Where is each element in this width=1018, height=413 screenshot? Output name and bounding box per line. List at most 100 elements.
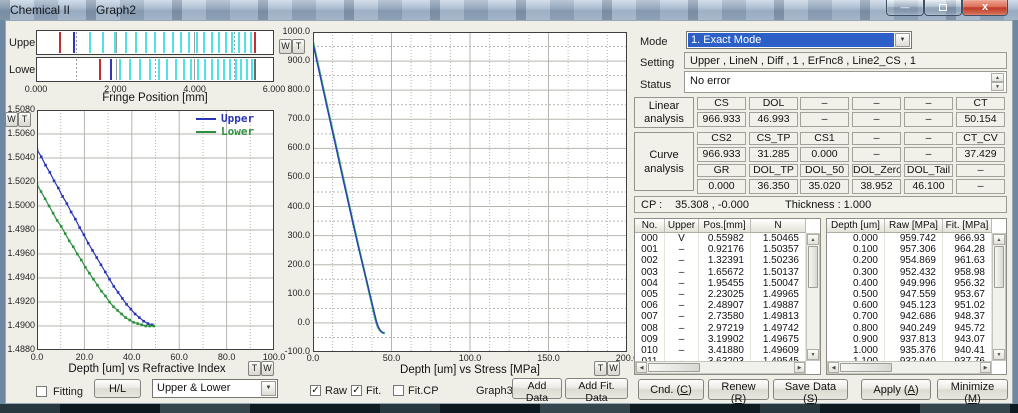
add-data-button[interactable]: Add Data	[512, 378, 562, 399]
table-row[interactable]: 006–2.489071.49887	[635, 300, 806, 311]
stress-t-button[interactable]: T	[292, 39, 305, 54]
horizontal-scrollbar[interactable]: ◀▶	[635, 361, 806, 374]
stress-t2-button[interactable]: T	[594, 361, 607, 376]
column-header[interactable]: Fit. [MPa]	[943, 219, 992, 233]
fitting-checkbox[interactable]	[36, 386, 47, 397]
table-row[interactable]: 009–3.199021.49675	[635, 334, 806, 345]
axis-tick-label: 0.0	[297, 318, 310, 327]
mode-select[interactable]: 1. Exact Mode ▼	[686, 31, 912, 49]
fringe-marker-end	[254, 32, 256, 53]
table-row[interactable]: 005–2.230251.49965	[635, 289, 806, 300]
close-window-icon[interactable]: x	[962, 0, 1008, 16]
cnd-button[interactable]: Cnd. (C)	[638, 379, 704, 400]
scrollbar-thumb[interactable]	[648, 363, 700, 372]
chevron-down-icon[interactable]: ▼	[261, 381, 276, 396]
table-row[interactable]: 0.600945.123951.02	[827, 300, 992, 311]
axis-tick-label: 40.0	[123, 352, 141, 362]
renew-button[interactable]: Renew (R)	[708, 379, 769, 400]
analysis-value: 46.993	[749, 112, 798, 127]
table-cell: 951.02	[943, 300, 992, 311]
checkbox-fit[interactable]: ✓	[351, 385, 362, 396]
scrollbar-thumb[interactable]	[808, 246, 818, 288]
table-row[interactable]: 0.000959.742966.93	[827, 233, 992, 244]
table-cell: 0.400	[827, 278, 885, 289]
stress-w-button[interactable]: W	[279, 39, 292, 54]
refraction-t-button[interactable]: T	[18, 112, 31, 127]
table-row[interactable]: 0.200954.869961.63	[827, 255, 992, 266]
table-row[interactable]: 007–2.735801.49813	[635, 311, 806, 322]
analysis-value: 50.154	[956, 112, 1005, 127]
stress-w2-button[interactable]: W	[607, 361, 620, 376]
vertical-scrollbar[interactable]: ▲▼	[992, 233, 1006, 361]
column-header[interactable]: Upper	[665, 219, 699, 233]
scroll-up-icon[interactable]: ▲	[807, 234, 819, 245]
scroll-down-icon[interactable]: ▼	[993, 349, 1005, 360]
column-header[interactable]: Raw [MPa]	[885, 219, 943, 233]
table-row[interactable]: 0.800940.249945.72	[827, 323, 992, 334]
table-cell: 3.19902	[699, 334, 751, 345]
table-row[interactable]: 0.700942.686948.37	[827, 311, 992, 322]
checkbox-raw[interactable]: ✓	[310, 385, 321, 396]
spin-up-icon[interactable]: ▲	[991, 73, 1004, 82]
save-data-button[interactable]: Save Data (S)	[773, 379, 848, 400]
vertical-scrollbar[interactable]: ▲▼	[806, 233, 820, 361]
refraction-t2-button[interactable]: T	[248, 361, 261, 376]
scroll-left-icon[interactable]: ◀	[828, 362, 839, 373]
scroll-left-icon[interactable]: ◀	[636, 362, 647, 373]
refraction-w-button[interactable]: W	[5, 112, 18, 127]
table-cell: 1.49887	[751, 300, 806, 311]
table-cell: –	[665, 244, 699, 255]
refraction-w2-button[interactable]: W	[261, 361, 274, 376]
table-row[interactable]: 0.100957.306964.28	[827, 244, 992, 255]
table-row[interactable]: 003–1.656721.50137	[635, 267, 806, 278]
scroll-up-icon[interactable]: ▲	[993, 234, 1005, 245]
table-row[interactable]: 008–2.972191.49742	[635, 323, 806, 334]
maximize-window-icon[interactable]	[924, 0, 962, 16]
linear-analysis-label-line1: Linear	[635, 100, 693, 113]
scrollbar-thumb[interactable]	[840, 363, 892, 372]
spin-down-icon[interactable]: ▼	[991, 82, 1004, 91]
table-cell: 007	[635, 311, 665, 322]
scroll-right-icon[interactable]: ▶	[980, 362, 991, 373]
apply-button[interactable]: Apply (A)	[861, 379, 931, 400]
fringe-line	[211, 59, 213, 80]
window-subtitle: Graph2	[96, 3, 136, 17]
table-cell: 1.32391	[699, 255, 751, 266]
series-select[interactable]: Upper & Lower ▼	[152, 379, 278, 398]
hl-button[interactable]: H/L	[94, 379, 141, 398]
legend-upper-line	[196, 118, 216, 120]
scroll-right-icon[interactable]: ▶	[794, 362, 805, 373]
analysis-value: –	[904, 112, 953, 127]
minimize-window-icon[interactable]: —	[886, 0, 924, 16]
legend-upper-label: Upper	[221, 112, 254, 125]
table-cell: 0.55982	[699, 233, 751, 244]
table-row[interactable]: 1.000935.376940.41	[827, 345, 992, 356]
axis-tick-label: 50.0	[383, 353, 401, 363]
table-row[interactable]: 002–1.323911.50236	[635, 255, 806, 266]
table-row[interactable]: 0.500947.559953.67	[827, 289, 992, 300]
column-header[interactable]: No.	[635, 219, 665, 233]
app-window: Chemical II Graph2 — x Upper Lower 0.000…	[0, 0, 1018, 413]
minimize-button[interactable]: Minimize (M)	[937, 379, 1008, 400]
scrollbar-thumb[interactable]	[994, 246, 1004, 288]
chevron-down-icon[interactable]: ▼	[895, 33, 910, 47]
table-row[interactable]: 001–0.921761.50357	[635, 244, 806, 255]
table-cell: 000	[635, 233, 665, 244]
button-label: Cnd. (	[650, 384, 680, 396]
analysis-header: CS	[697, 97, 746, 110]
scroll-down-icon[interactable]: ▼	[807, 349, 819, 360]
add-fit-data-button[interactable]: Add Fit. Data	[565, 378, 628, 399]
checkbox-fitcp[interactable]	[393, 385, 404, 396]
table-row[interactable]: 0.300952.432958.98	[827, 267, 992, 278]
table-row[interactable]: 0.400949.996956.32	[827, 278, 992, 289]
table-row[interactable]: 004–1.954551.50047	[635, 278, 806, 289]
horizontal-scrollbar[interactable]: ◀▶	[827, 361, 992, 374]
table-row[interactable]: 010–3.418801.49609	[635, 345, 806, 356]
table-row[interactable]: 0.900937.813943.07	[827, 334, 992, 345]
column-header[interactable]: Pos.[mm]	[699, 219, 751, 233]
status-field: No error ▲ ▼	[684, 71, 1007, 93]
table-row[interactable]: 000V0.559821.50465	[635, 233, 806, 244]
column-header[interactable]: N	[751, 219, 806, 233]
column-header[interactable]: Depth [um]	[827, 219, 885, 233]
refraction-plot	[37, 110, 274, 350]
